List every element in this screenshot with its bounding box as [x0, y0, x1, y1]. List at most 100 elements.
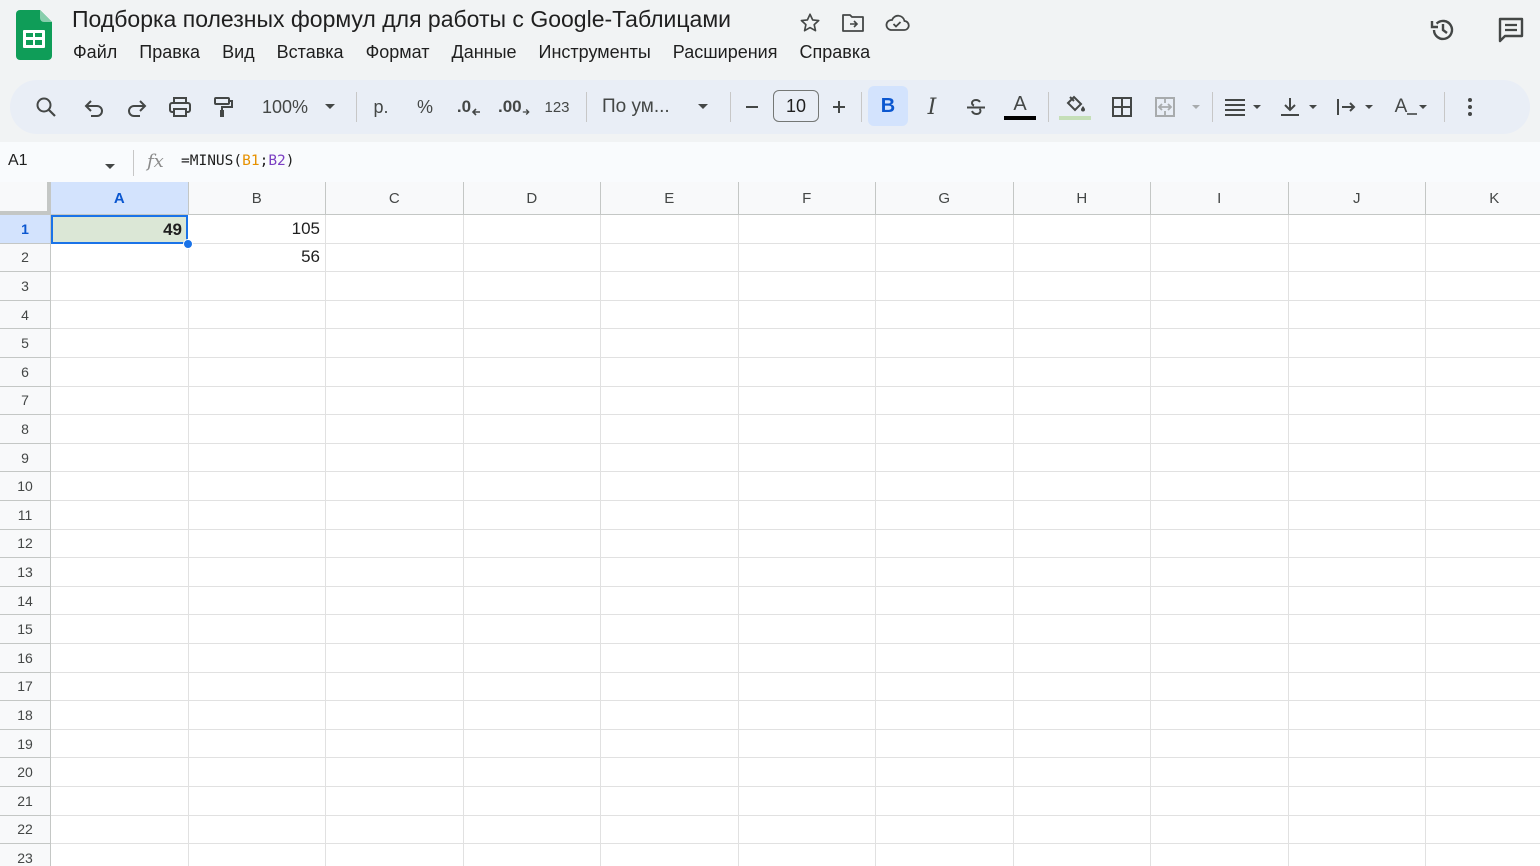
redo-icon[interactable] [123, 80, 151, 134]
zoom-value[interactable]: 100% [255, 80, 315, 134]
cell-i19[interactable] [1151, 729, 1289, 759]
cell-i7[interactable] [1151, 386, 1289, 416]
font-family-select[interactable]: По ум... [602, 80, 686, 134]
cell-b22[interactable] [188, 815, 326, 845]
cell-h7[interactable] [1013, 386, 1151, 416]
row-header-11[interactable]: 11 [0, 501, 51, 530]
history-icon[interactable] [1427, 14, 1459, 46]
cell-b3[interactable] [188, 272, 326, 301]
cell-e20[interactable] [601, 758, 739, 787]
cell-g7[interactable] [876, 386, 1014, 416]
cell-e5[interactable] [601, 329, 739, 358]
cell-k2[interactable] [1426, 244, 1540, 273]
merge-cells-icon[interactable] [1152, 80, 1204, 134]
row-header-20[interactable]: 20 [0, 758, 51, 787]
cell-d2[interactable] [463, 243, 601, 273]
cell-g21[interactable] [876, 787, 1014, 816]
cell-d19[interactable] [463, 729, 601, 759]
cell-j5[interactable] [1288, 329, 1426, 358]
row-header-7[interactable]: 7 [0, 386, 51, 416]
cell-c7[interactable] [326, 386, 464, 416]
menu-tools[interactable]: Инструменты [528, 40, 662, 67]
cell-b21[interactable] [188, 787, 326, 816]
cell-b23[interactable] [189, 844, 326, 866]
cell-h4[interactable] [1013, 300, 1151, 330]
cell-g18[interactable] [876, 701, 1014, 730]
cell-c12[interactable] [326, 529, 464, 559]
cell-j18[interactable] [1288, 701, 1426, 730]
cell-f18[interactable] [738, 701, 876, 730]
cell-g14[interactable] [876, 586, 1014, 616]
cell-g20[interactable] [876, 758, 1014, 787]
cell-a13[interactable] [51, 558, 189, 587]
cell-i15[interactable] [1151, 615, 1289, 644]
cell-k17[interactable] [1426, 673, 1540, 702]
cell-i23[interactable] [1151, 844, 1289, 866]
cell-d3[interactable] [463, 272, 601, 301]
cell-g3[interactable] [876, 272, 1014, 301]
search-icon[interactable] [32, 80, 60, 134]
cell-d8[interactable] [463, 415, 601, 444]
cell-f4[interactable] [738, 300, 876, 330]
cell-f10[interactable] [738, 472, 876, 501]
cell-c18[interactable] [326, 701, 464, 730]
cell-a15[interactable] [51, 615, 189, 644]
cell-b5[interactable] [188, 329, 326, 358]
cell-h18[interactable] [1013, 701, 1151, 730]
cell-k4[interactable] [1426, 301, 1540, 330]
cell-h23[interactable] [1014, 844, 1151, 866]
row-header-19[interactable]: 19 [0, 729, 51, 759]
cell-g13[interactable] [876, 558, 1014, 587]
row-header-22[interactable]: 22 [0, 815, 51, 845]
cell-a2[interactable] [51, 243, 189, 273]
cell-h12[interactable] [1013, 529, 1151, 559]
cell-d11[interactable] [463, 501, 601, 530]
cell-k14[interactable] [1426, 587, 1540, 616]
text-wrap-icon[interactable] [1334, 80, 1378, 134]
cell-k18[interactable] [1426, 701, 1540, 730]
menu-view[interactable]: Вид [211, 40, 266, 67]
cell-f2[interactable] [738, 243, 876, 273]
cell-c1[interactable] [326, 215, 464, 244]
cell-e15[interactable] [601, 615, 739, 644]
cell-a18[interactable] [51, 701, 189, 730]
column-header-b[interactable]: B [188, 182, 326, 215]
cell-a7[interactable] [51, 386, 189, 416]
cell-k5[interactable] [1426, 329, 1540, 358]
font-size-input[interactable]: 10 [773, 90, 819, 122]
cell-i12[interactable] [1151, 529, 1289, 559]
cell-i3[interactable] [1151, 272, 1289, 301]
row-header-23[interactable]: 23 [0, 844, 51, 866]
cell-b1[interactable]: 105 [188, 215, 326, 244]
cell-d23[interactable] [464, 844, 601, 866]
spreadsheet-grid[interactable]: A B C D E F G H I J K 1 105 2 56 3 4 5 6 7 8 9 10 11 12 13 14 15 16 1… [0, 182, 1540, 866]
decrease-decimals-button[interactable]: .0 [454, 80, 484, 134]
cell-k20[interactable] [1426, 758, 1540, 787]
cell-b19[interactable] [188, 729, 326, 759]
cell-b16[interactable] [188, 644, 326, 673]
cell-j15[interactable] [1288, 615, 1426, 644]
row-header-17[interactable]: 17 [0, 672, 51, 702]
cell-e1[interactable] [601, 215, 739, 244]
cell-i8[interactable] [1151, 415, 1289, 444]
cell-j1[interactable] [1288, 215, 1426, 244]
cell-h19[interactable] [1013, 729, 1151, 759]
cell-e10[interactable] [601, 472, 739, 501]
cell-i17[interactable] [1151, 672, 1289, 702]
cell-b9[interactable] [188, 443, 326, 473]
column-header-k[interactable]: K [1426, 182, 1540, 215]
text-rotation-button[interactable]: A [1390, 80, 1434, 134]
cell-f12[interactable] [738, 529, 876, 559]
cell-k13[interactable] [1426, 558, 1540, 587]
row-header-4[interactable]: 4 [0, 300, 51, 330]
column-header-j[interactable]: J [1288, 182, 1426, 215]
cell-b14[interactable] [188, 586, 326, 616]
cell-g6[interactable] [876, 358, 1014, 387]
cell-h14[interactable] [1013, 586, 1151, 616]
cell-f5[interactable] [738, 329, 876, 358]
cell-b17[interactable] [188, 672, 326, 702]
cell-f16[interactable] [738, 644, 876, 673]
cell-a10[interactable] [51, 472, 189, 501]
cell-j3[interactable] [1288, 272, 1426, 301]
cell-a12[interactable] [51, 529, 189, 559]
